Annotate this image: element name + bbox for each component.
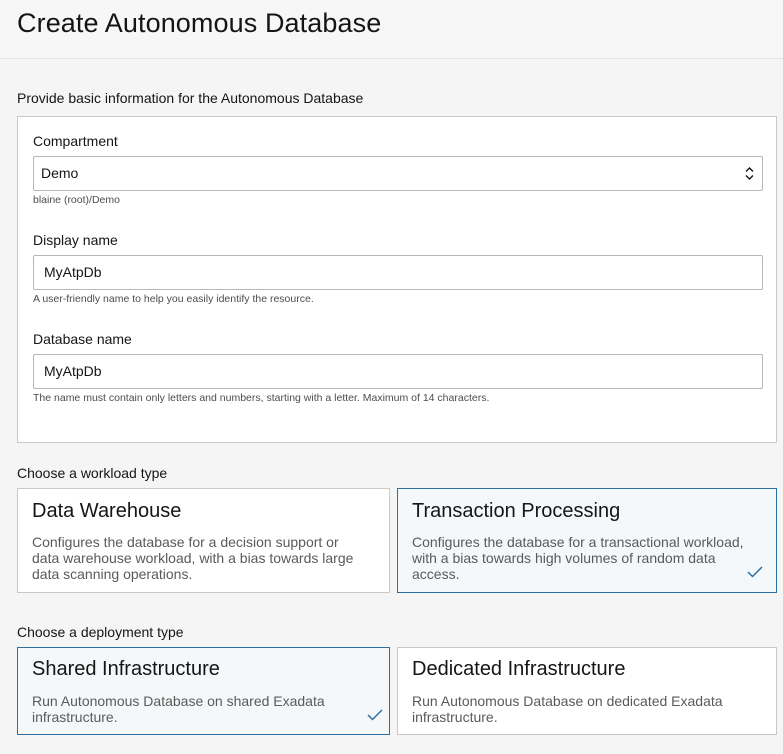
compartment-label: Compartment [33,133,118,149]
display-name-help: A user-friendly name to help you easily … [33,293,314,305]
workload-section-label: Choose a workload type [17,465,168,481]
deployment-option-dedicated-infrastructure[interactable]: Dedicated Infrastructure Run Autonomous … [397,647,777,735]
workload-option-desc-line: data scanning operations. [32,566,193,582]
checkmark-icon [747,566,763,578]
display-name-label: Display name [33,232,118,248]
deployment-option-desc-line: infrastructure. [32,709,118,725]
workload-option-desc-line: Configures the database for a decision s… [32,534,339,550]
deployment-section-label: Choose a deployment type [17,624,184,640]
compartment-select[interactable]: Demo [33,156,763,191]
database-name-help: The name must contain only letters and n… [33,392,490,404]
workload-option-title: Transaction Processing [412,500,621,522]
page-title: Create Autonomous Database [17,8,382,38]
workload-option-desc-line: access. [412,566,460,582]
database-name-value: MyAtpDb [44,363,102,379]
deployment-option-title: Shared Infrastructure [32,658,220,680]
database-name-label: Database name [33,331,132,347]
workload-option-title: Data Warehouse [32,500,182,522]
basic-info-panel: Compartment Demo blaine (root)/Demo Disp… [17,116,777,443]
deployment-option-desc-line: Run Autonomous Database on dedicated Exa… [412,693,723,709]
checkmark-icon [367,709,383,721]
database-name-field[interactable]: MyAtpDb [33,354,763,389]
workload-option-data-warehouse[interactable]: Data Warehouse Configures the database f… [17,488,390,593]
deployment-option-title: Dedicated Infrastructure [412,658,626,680]
deployment-option-shared-infrastructure[interactable]: Shared Infrastructure Run Autonomous Dat… [17,647,390,735]
compartment-help: blaine (root)/Demo [33,194,120,206]
workload-option-desc-line: with a bias towards high volumes of rand… [412,550,716,566]
compartment-value: Demo [41,165,79,181]
display-name-field[interactable]: MyAtpDb [33,255,763,290]
display-name-value: MyAtpDb [44,264,102,280]
workload-option-desc-line: Configures the database for a transactio… [412,534,744,550]
workload-option-desc-line: data warehouse workload, with a bias tow… [32,550,354,566]
workload-option-transaction-processing[interactable]: Transaction Processing Configures the da… [397,488,777,593]
page-header: Create Autonomous Database [0,0,783,59]
chevron-up-down-icon [745,167,754,180]
basic-info-section-label: Provide basic information for the Autono… [17,90,364,106]
deployment-option-desc-line: infrastructure. [412,709,498,725]
deployment-option-desc-line: Run Autonomous Database on shared Exadat… [32,693,325,709]
